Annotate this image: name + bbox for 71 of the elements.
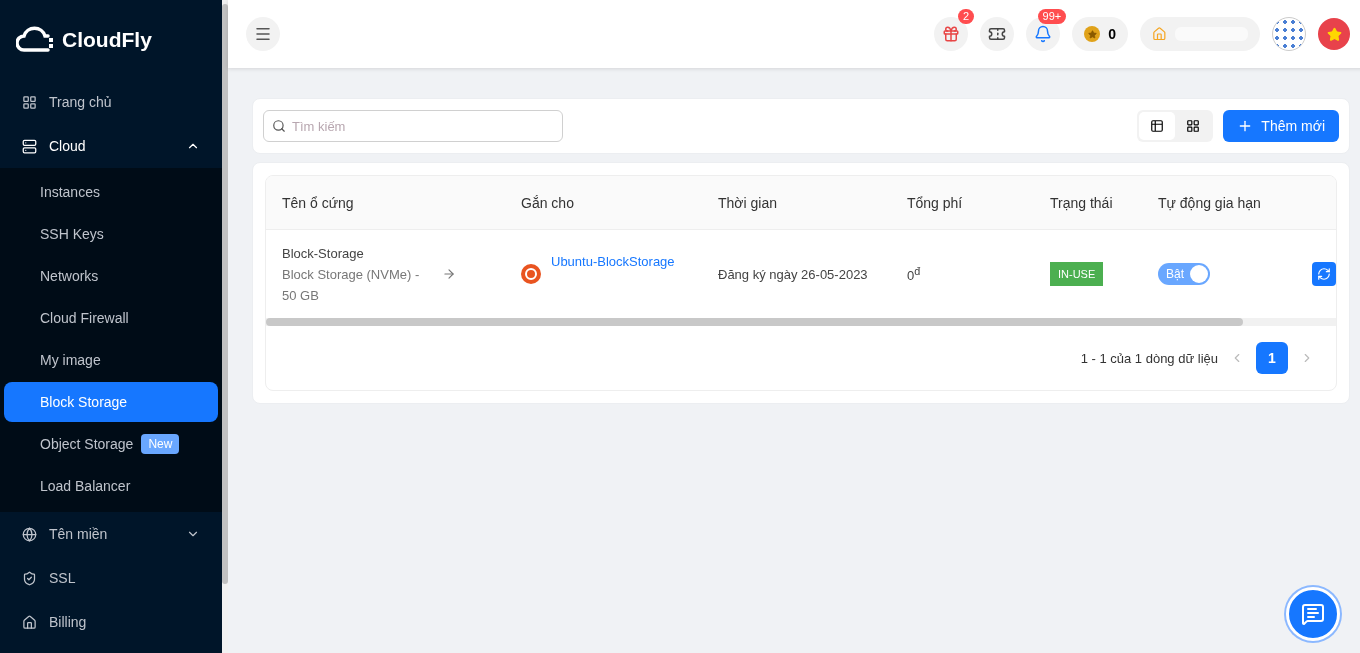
submenu-label: SSH Keys <box>40 226 104 242</box>
brand-name: CloudFly <box>62 28 152 52</box>
language-flag[interactable] <box>1318 18 1350 50</box>
submenu-label: Block Storage <box>40 394 128 410</box>
pagination-summary: 1 - 1 của 1 dòng dữ liệu <box>1080 350 1218 366</box>
search-icon <box>272 119 286 133</box>
bell-icon <box>1034 25 1053 43</box>
scrollbar-thumb[interactable] <box>222 4 228 584</box>
column-header: Tên ổ cứng <box>266 176 505 230</box>
refresh-icon <box>1317 267 1331 281</box>
submenu-item[interactable]: SSH Keys <box>4 214 218 254</box>
sidebar-item[interactable]: Cloud <box>0 124 222 168</box>
submenu-item[interactable]: My image <box>4 340 218 380</box>
sidebar-item[interactable]: SSL <box>0 556 222 600</box>
gift-icon <box>942 25 961 43</box>
table-view-button[interactable] <box>1139 112 1176 140</box>
column-header: Gắn cho <box>505 176 702 230</box>
arrow-right-icon <box>442 267 456 281</box>
column-header: Trạng thái <box>1034 176 1142 230</box>
submenu-item[interactable]: Object Storage New <box>4 424 218 464</box>
chat-icon <box>1301 602 1325 626</box>
billing-icon <box>1152 26 1167 42</box>
column-header: Tự động gia hạn <box>1142 176 1296 230</box>
globe-icon <box>22 526 37 542</box>
submenu-item[interactable]: Networks <box>4 256 218 296</box>
submenu-item[interactable]: Block Storage <box>4 382 218 422</box>
registration-date: Đăng ký ngày 26-05-2023 <box>718 265 868 284</box>
chat-button[interactable] <box>1286 587 1340 641</box>
page-button[interactable]: 1 <box>1256 342 1288 374</box>
disk-name: Block-Storage <box>282 244 365 263</box>
submenu-label: My image <box>40 352 101 368</box>
new-tag: New <box>141 434 180 454</box>
sidebar-item[interactable]: Billing <box>0 600 222 644</box>
total-cost: 0$^{đ}$ <box>907 264 921 284</box>
menu-button[interactable] <box>246 17 280 51</box>
house-icon <box>22 614 37 630</box>
cloud-icon <box>16 26 56 54</box>
star-icon <box>1087 29 1097 39</box>
ticket-button[interactable] <box>980 17 1015 51</box>
ubuntu-icon <box>521 264 541 284</box>
dashboard-icon <box>22 94 37 110</box>
column-header: Tổng phí <box>891 176 1034 230</box>
shield-icon <box>22 570 37 586</box>
submenu-label: Instances <box>40 184 100 200</box>
horizontal-scrollbar-thumb[interactable] <box>266 318 1243 326</box>
sidebar-item[interactable]: Tên miền <box>0 512 222 556</box>
ticket-icon <box>988 25 1007 43</box>
table-icon <box>1150 119 1165 133</box>
count-badge: 2 <box>958 9 975 24</box>
submenu-label: Networks <box>40 268 99 284</box>
disk-spec: Block Storage (NVMe) - 50 GB <box>282 265 421 305</box>
status-tag: IN-USE <box>1050 262 1104 286</box>
instance-link[interactable]: Ubuntu-BlockStorage <box>551 254 675 269</box>
count-badge: 99+ <box>1037 9 1067 24</box>
avatar[interactable] <box>1272 17 1306 51</box>
grid-icon <box>1186 119 1201 133</box>
search-field[interactable]: Tìm kiếm <box>263 110 563 142</box>
refresh-button[interactable] <box>1312 262 1336 286</box>
submenu-label: Object Storage <box>40 436 134 452</box>
submenu-label: Cloud Firewall <box>40 310 129 326</box>
submenu-label: Load Balancer <box>40 478 131 494</box>
column-header: Thời gian <box>702 176 891 230</box>
sidebar-item[interactable]: Trang chủ <box>0 80 222 124</box>
submenu-item[interactable]: Cloud Firewall <box>4 298 218 338</box>
submenu-item[interactable]: Load Balancer <box>4 466 218 506</box>
star-icon <box>1326 26 1342 42</box>
menu-icon <box>254 25 272 43</box>
submenu-item[interactable]: Instances <box>4 172 218 212</box>
coin-balance[interactable]: 0 <box>1072 17 1128 51</box>
add-button[interactable]: Thêm mới <box>1223 110 1339 142</box>
server-icon <box>22 138 37 154</box>
